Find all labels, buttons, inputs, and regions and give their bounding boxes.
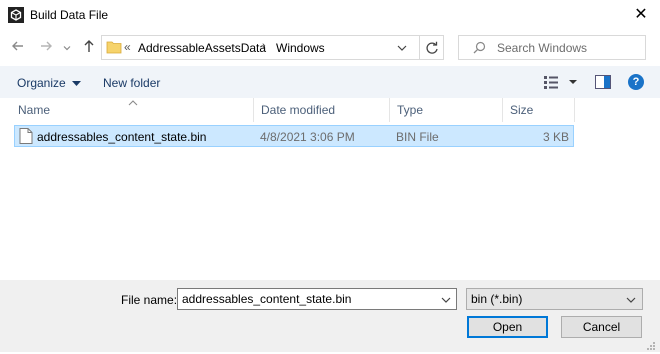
chevron-down-icon — [63, 46, 71, 51]
file-name: addressables_content_state.bin — [37, 130, 207, 144]
help-icon: ? — [632, 76, 640, 88]
column-header-date-modified[interactable]: Date modified — [261, 103, 335, 117]
file-type-select[interactable]: bin (*.bin) — [466, 288, 643, 310]
file-date-modified: 4/8/2021 3:06 PM — [260, 130, 355, 144]
close-button[interactable]: ✕ — [626, 3, 656, 27]
arrow-right-icon — [41, 41, 52, 51]
column-header-type[interactable]: Type — [397, 103, 423, 117]
preview-pane-icon — [595, 75, 611, 89]
arrow-left-icon — [12, 41, 23, 51]
up-button[interactable] — [79, 38, 99, 58]
view-list-icon — [544, 76, 577, 89]
close-icon: ✕ — [634, 6, 648, 23]
filename-history-button[interactable] — [440, 294, 452, 309]
caret-down-icon — [72, 81, 82, 86]
arrow-up-icon — [84, 40, 94, 52]
resize-grip[interactable] — [646, 340, 656, 350]
search-icon — [473, 41, 486, 57]
breadcrumb-separator-icon: › — [262, 40, 266, 52]
column-separator[interactable] — [574, 98, 575, 122]
forward-button[interactable] — [36, 38, 56, 58]
refresh-button[interactable] — [419, 35, 444, 60]
title-bar: Build Data File ✕ — [0, 0, 660, 30]
help-button[interactable]: ? — [628, 74, 644, 90]
column-header-size[interactable]: Size — [510, 103, 533, 117]
chevron-down-icon — [626, 297, 636, 303]
file-size: 3 KB — [542, 130, 569, 144]
folder-icon — [106, 40, 122, 58]
file-type-dropdown-arrow — [625, 294, 637, 309]
search-placeholder: Search Windows — [497, 41, 588, 55]
preview-pane-button[interactable] — [595, 75, 611, 92]
view-options-button[interactable] — [543, 75, 577, 92]
search-box[interactable]: Search Windows — [458, 35, 646, 60]
organize-button[interactable]: Organize — [17, 76, 82, 90]
column-separator[interactable] — [502, 98, 503, 122]
open-button[interactable]: Open — [467, 316, 548, 338]
breadcrumb-item-addressableassetsdata[interactable]: AddressableAssetsData — [138, 41, 266, 55]
column-separator[interactable] — [253, 98, 254, 122]
file-type: BIN File — [396, 130, 439, 144]
filename-value: addressables_content_state.bin — [182, 292, 352, 306]
filename-input[interactable]: addressables_content_state.bin — [177, 288, 457, 310]
organize-label: Organize — [17, 76, 66, 90]
chevron-down-icon — [441, 297, 451, 303]
column-separator[interactable] — [389, 98, 390, 122]
column-header-name[interactable]: Name — [18, 103, 50, 117]
recent-locations-button[interactable] — [61, 40, 73, 56]
back-button[interactable] — [8, 38, 28, 58]
refresh-icon — [425, 41, 438, 54]
breadcrumb-overflow[interactable]: « — [124, 40, 131, 54]
address-bar[interactable]: « AddressableAssetsData › Windows — [101, 35, 444, 60]
unity-app-icon — [8, 7, 24, 23]
resize-grip-icon — [647, 342, 655, 350]
file-icon — [19, 128, 33, 147]
filename-label: File name: — [121, 293, 178, 307]
sort-ascending-icon — [128, 95, 138, 109]
file-row[interactable]: addressables_content_state.bin 4/8/2021 … — [14, 125, 574, 147]
file-type-filter: bin (*.bin) — [471, 292, 523, 306]
chevron-down-icon — [397, 45, 407, 51]
new-folder-button[interactable]: New folder — [103, 76, 160, 90]
breadcrumb-item-windows[interactable]: Windows — [276, 41, 325, 55]
window-title: Build Data File — [30, 8, 109, 22]
cancel-button[interactable]: Cancel — [561, 316, 642, 338]
address-history-button[interactable] — [396, 42, 408, 57]
